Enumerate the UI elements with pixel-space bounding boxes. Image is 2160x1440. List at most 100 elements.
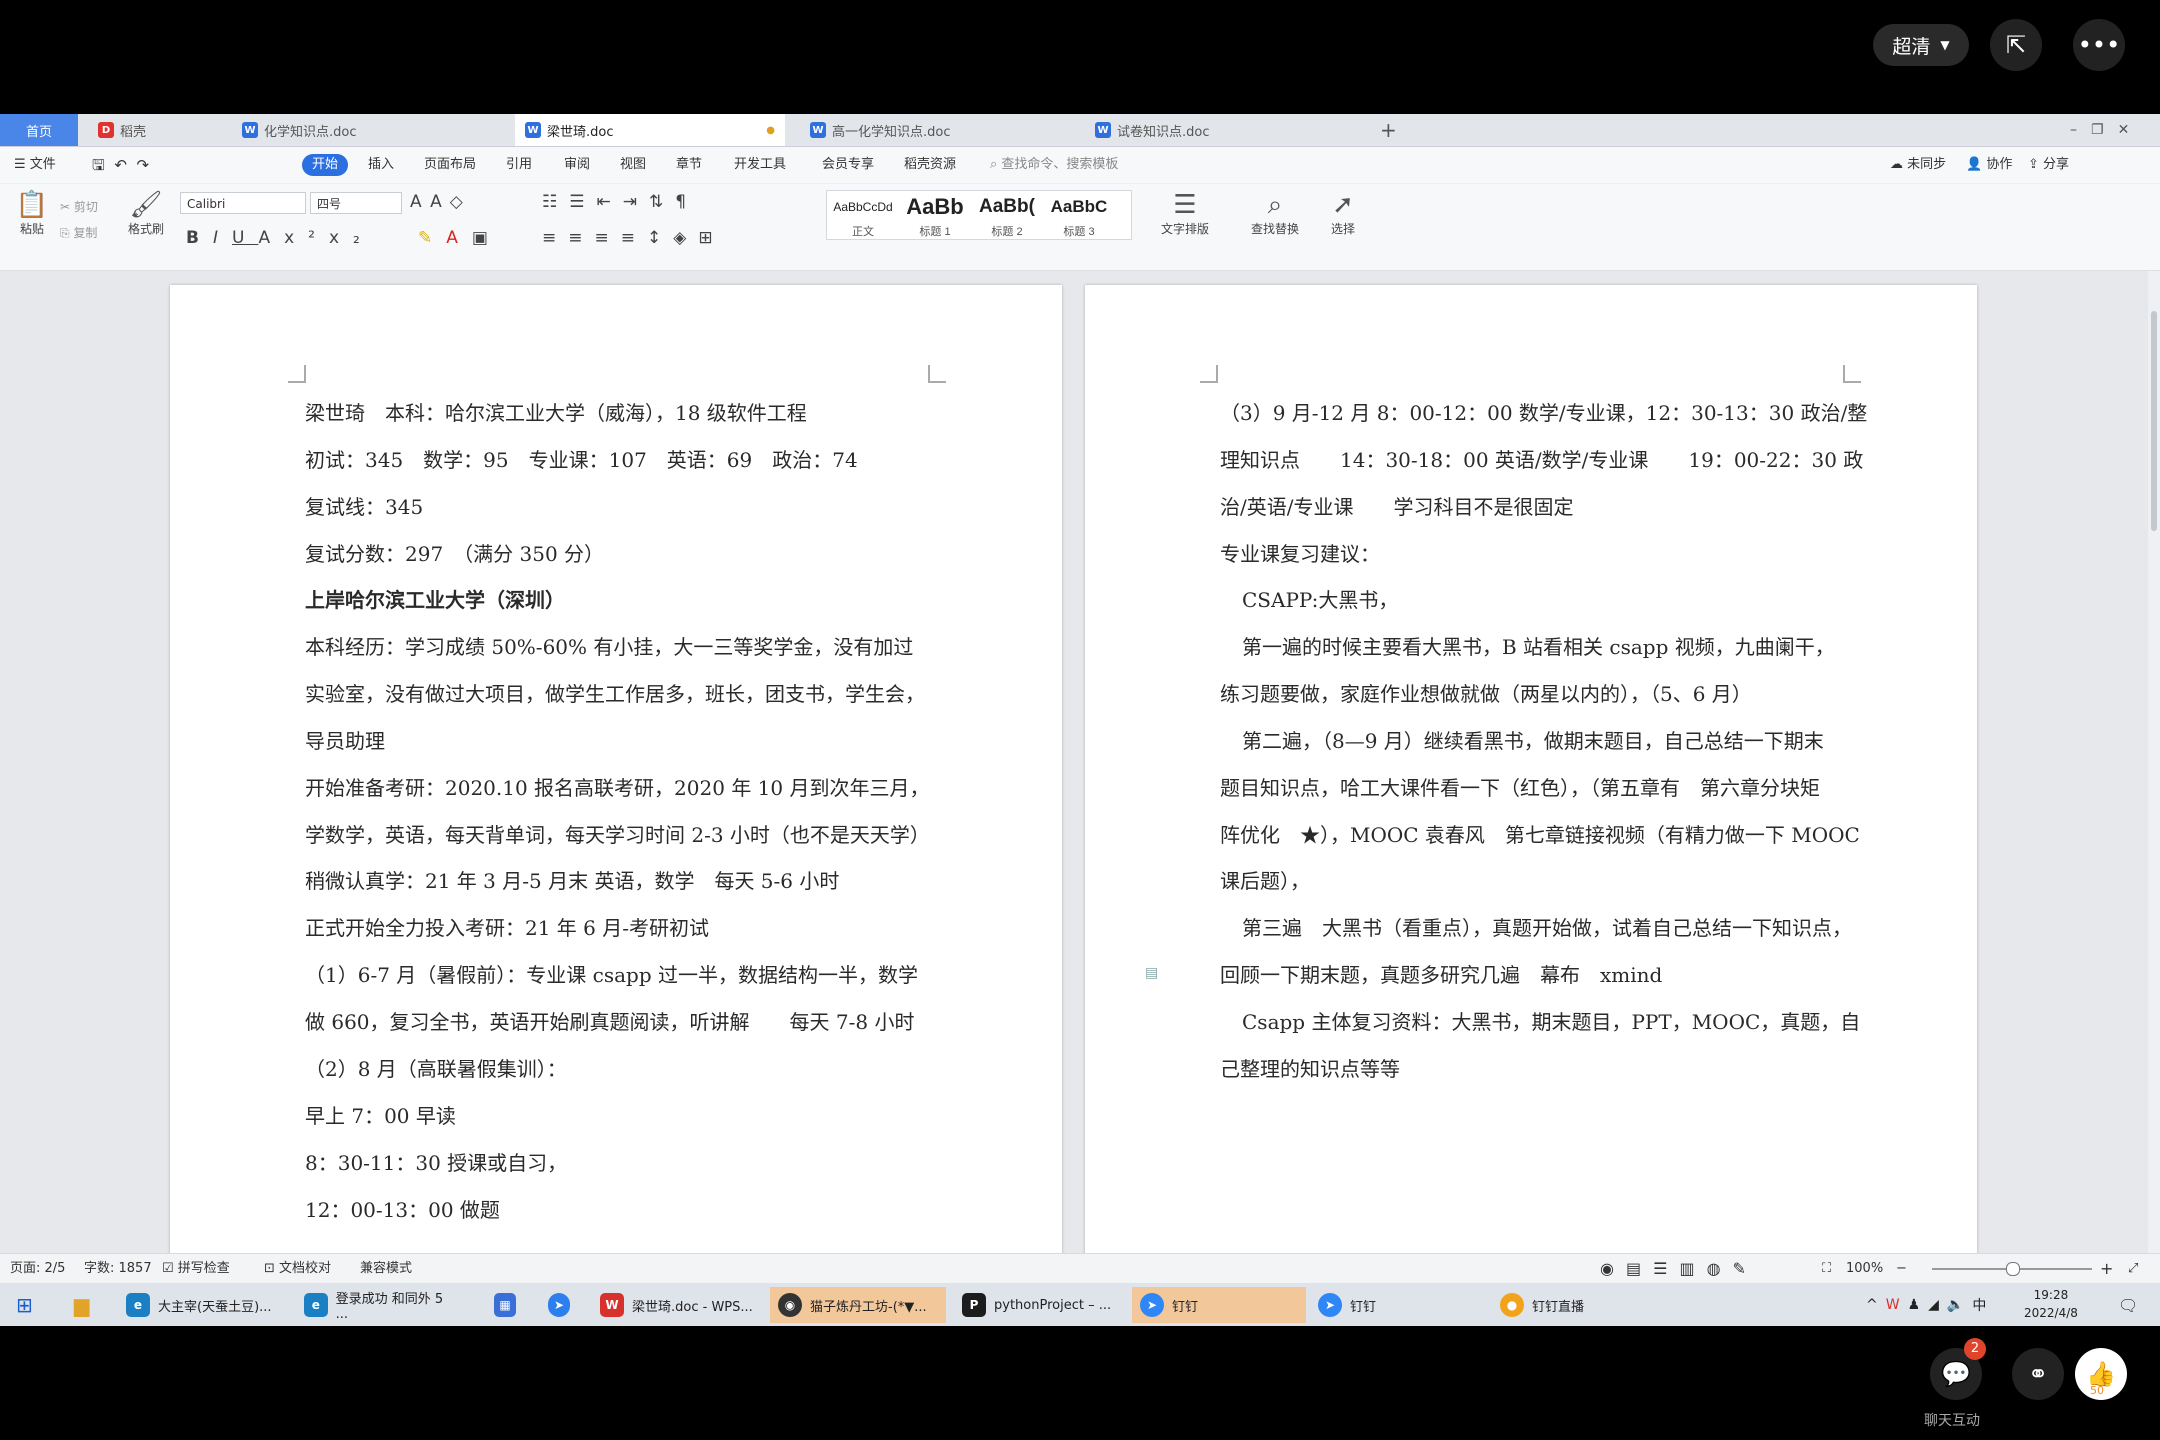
tab-doc-chemistry[interactable]: W 化学知识点.doc bbox=[232, 114, 500, 146]
doc-line[interactable]: 12：00-13：00 做题 bbox=[305, 1194, 500, 1223]
command-search[interactable]: ⌕ 查找命令、搜索模板 bbox=[990, 147, 1118, 183]
doc-line[interactable]: 复试分数：297 （满分 350 分） bbox=[305, 538, 604, 567]
doc-line[interactable]: 初试：345 数学：95 专业课：107 英语：69 政治：74 bbox=[305, 444, 858, 473]
menu-file[interactable]: ☰ 文件 bbox=[14, 147, 56, 183]
grow-font-icon[interactable]: A bbox=[410, 192, 430, 212]
network-icon[interactable]: ◢ bbox=[1928, 1297, 1947, 1313]
superscript-icon[interactable]: x² bbox=[284, 228, 329, 248]
redo-icon[interactable]: ↷ bbox=[136, 156, 149, 174]
align-left-icon[interactable]: ≡ bbox=[542, 228, 568, 248]
share-button[interactable]: ⇪ 分享 bbox=[2028, 147, 2069, 183]
fit-icon[interactable]: ⛶ bbox=[1822, 1254, 1831, 1284]
new-tab-icon[interactable]: + bbox=[1370, 114, 1400, 146]
doc-line[interactable]: 学数学，英语，每天背单词，每天学习时间 2-3 小时（也不是天天学） bbox=[305, 819, 930, 848]
show-marks-icon[interactable]: ¶ bbox=[675, 192, 698, 212]
font-name-select[interactable]: Calibri bbox=[180, 192, 306, 214]
border-char-icon[interactable]: ▣ bbox=[472, 228, 502, 248]
tab-home[interactable]: 首页 bbox=[0, 114, 78, 146]
doc-line[interactable]: 导员助理 bbox=[305, 725, 385, 754]
select-button[interactable]: ➚ 选择 bbox=[1318, 190, 1368, 237]
doc-line[interactable]: 练习题要做，家庭作业想做就做（两星以内的），（5、6 月） bbox=[1220, 678, 1752, 707]
zoom-in-icon[interactable]: + bbox=[2100, 1254, 2113, 1284]
menu-review[interactable]: 审阅 bbox=[564, 147, 590, 183]
underline-icon[interactable]: U bbox=[232, 228, 258, 248]
link-icon[interactable]: ⚭ bbox=[2012, 1348, 2064, 1400]
doc-line[interactable]: 阵优化 ★），MOOC 袁春风 第七章链接视频（有精力做一下 MOOC bbox=[1220, 819, 1860, 848]
menu-section[interactable]: 章节 bbox=[676, 147, 702, 183]
doc-line[interactable]: 正式开始全力投入考研：21 年 6 月-考研初试 bbox=[305, 912, 709, 941]
borders-icon[interactable]: ⊞ bbox=[698, 228, 724, 248]
volume-icon[interactable]: 🔈 bbox=[1947, 1297, 1972, 1313]
zoom-level[interactable]: 100% bbox=[1846, 1254, 1883, 1284]
doc-line[interactable]: 开始准备考研：2020.10 报名高联考研，2020 年 10 月到次年三月， bbox=[305, 772, 929, 801]
web-view-icon[interactable]: ◍ bbox=[1707, 1259, 1733, 1278]
share-icon[interactable]: ⇱ bbox=[1990, 19, 2042, 71]
zoom-slider-thumb[interactable] bbox=[2006, 1262, 2020, 1276]
tab-doc-active[interactable]: W 梁世琦.doc ● bbox=[515, 114, 785, 146]
spell-check[interactable]: ☑ 拼写检查 bbox=[162, 1254, 230, 1284]
doc-line[interactable]: 第二遍，（8—9 月）继续看黑书，做期末题目，自己总结一下期末 bbox=[1242, 725, 1824, 754]
taskbar-item[interactable]: PpythonProject – ... bbox=[954, 1287, 1124, 1323]
notification-icon[interactable]: 🗨 bbox=[2110, 1287, 2146, 1323]
text-color-icon[interactable]: A bbox=[446, 228, 472, 248]
ime-indicator[interactable]: 中 bbox=[1972, 1295, 1994, 1315]
eye-icon[interactable]: ◉ bbox=[1600, 1259, 1626, 1278]
menu-developer[interactable]: 开发工具 bbox=[734, 147, 786, 183]
shading-icon[interactable]: ◈ bbox=[673, 228, 698, 248]
find-replace-button[interactable]: ⌕ 查找替换 bbox=[1238, 190, 1312, 237]
copy-button[interactable]: ⎘ 复制 bbox=[60, 220, 120, 246]
doc-line[interactable]: 第一遍的时候主要看大黑书，B 站看相关 csapp 视频，九曲阑干， bbox=[1242, 631, 1835, 660]
doc-line[interactable]: （2）8 月（高联暑假集训）： bbox=[305, 1053, 567, 1082]
indent-icon[interactable]: ⇥ bbox=[623, 192, 649, 212]
zoom-out-icon[interactable]: − bbox=[1896, 1254, 1907, 1284]
page-view-icon[interactable]: ▤ bbox=[1626, 1259, 1653, 1278]
doc-line[interactable]: Csapp 主体复习资料：大黑书，期末题目，PPT，MOOC，真题，自 bbox=[1242, 1006, 1860, 1035]
doc-line-cursor[interactable]: 回顾一下期末题，真题多研究几遍 幕布 xmind bbox=[1220, 959, 1662, 988]
outline-view-icon[interactable]: ☰ bbox=[1653, 1259, 1679, 1278]
file-explorer-icon[interactable]: ▆ bbox=[66, 1287, 97, 1323]
doc-line[interactable]: 上岸哈尔滨工业大学（深圳） bbox=[305, 584, 565, 613]
taskbar-item[interactable]: ◉ 猫子炼丹工坊-(*▼... bbox=[770, 1287, 946, 1323]
menu-insert[interactable]: 插入 bbox=[368, 147, 394, 183]
doc-line[interactable]: 第三遍 大黑书（看重点），真题开始做，试着自己总结一下知识点， bbox=[1242, 912, 1852, 941]
tab-doc-exam[interactable]: W 试卷知识点.doc bbox=[1085, 114, 1355, 146]
cut-button[interactable]: ✂ 剪切 bbox=[60, 194, 120, 220]
menu-docer-resources[interactable]: 稻壳资源 bbox=[904, 147, 956, 183]
doc-line[interactable]: （1）6-7 月（暑假前）：专业课 csapp 过一半，数据结构一半，数学 bbox=[305, 959, 918, 988]
align-right-icon[interactable]: ≡ bbox=[595, 228, 621, 248]
taskbar-item[interactable]: ▦ bbox=[486, 1287, 532, 1323]
bullet-list-icon[interactable]: ☷ bbox=[542, 192, 569, 212]
taskbar-item[interactable]: W 梁世琦.doc - WPS... bbox=[592, 1287, 762, 1323]
taskbar-item[interactable]: ➤ 钉钉 bbox=[1132, 1287, 1306, 1323]
doc-line[interactable]: 课后题）， bbox=[1220, 865, 1310, 894]
zoom-slider[interactable] bbox=[1932, 1262, 2092, 1276]
menu-member[interactable]: 会员专享 bbox=[822, 147, 874, 183]
clear-format-icon[interactable]: ◇ bbox=[450, 192, 471, 212]
close-icon[interactable]: ✕ bbox=[2118, 122, 2130, 138]
align-center-icon[interactable]: ≡ bbox=[568, 228, 594, 248]
doc-line[interactable]: CSAPP:大黑书， bbox=[1242, 584, 1398, 613]
taskbar-item[interactable]: ● 钉钉直播 bbox=[1492, 1287, 1662, 1323]
style-heading-2[interactable]: AaBb( 标题 2 bbox=[971, 191, 1043, 239]
taskbar-item[interactable]: ➤ bbox=[540, 1287, 586, 1323]
doc-line[interactable]: 复试线：345 bbox=[305, 491, 423, 520]
tab-doc-hs-chemistry[interactable]: W 高一化学知识点.doc bbox=[800, 114, 1070, 146]
doc-line[interactable]: 梁世琦 本科：哈尔滨工业大学（威海），18 级软件工程 bbox=[305, 397, 807, 426]
scrollbar-thumb[interactable] bbox=[2151, 311, 2157, 531]
menu-page-layout[interactable]: 页面布局 bbox=[424, 147, 476, 183]
bold-icon[interactable]: B bbox=[186, 228, 213, 248]
qq-icon[interactable]: ♟ bbox=[1908, 1297, 1929, 1313]
style-heading-1[interactable]: AaBb 标题 1 bbox=[899, 191, 971, 239]
style-heading-3[interactable]: AaBbC 标题 3 bbox=[1043, 191, 1115, 239]
vertical-scrollbar[interactable] bbox=[2148, 271, 2160, 1253]
clock[interactable]: 19:28 2022/4/8 bbox=[2024, 1286, 2078, 1322]
page-indicator[interactable]: 页面: 2/5 bbox=[10, 1254, 65, 1284]
doc-line[interactable]: 己整理的知识点等等 bbox=[1220, 1053, 1400, 1082]
maximize-icon[interactable]: ❐ bbox=[2091, 122, 2104, 138]
doc-line[interactable]: 本科经历：学习成绩 50%-60% 有小挂，大一三等奖学金，没有加过 bbox=[305, 631, 913, 660]
doc-line[interactable]: 早上 7：00 早读 bbox=[305, 1100, 456, 1129]
italic-icon[interactable]: I bbox=[213, 228, 232, 248]
doc-line[interactable]: 8：30-11：30 授课或自习， bbox=[305, 1147, 567, 1176]
menu-home[interactable]: 开始 bbox=[302, 154, 349, 176]
outdent-icon[interactable]: ⇤ bbox=[597, 192, 623, 212]
